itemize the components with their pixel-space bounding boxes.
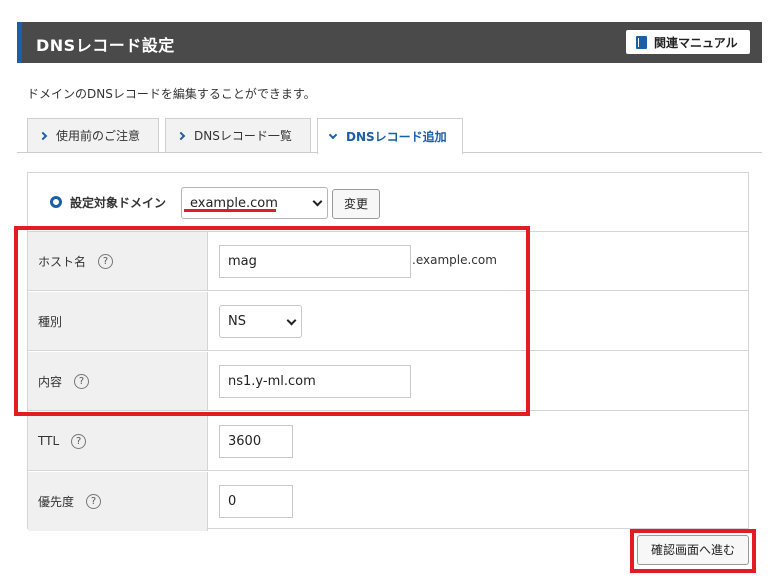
chevron-right-icon — [38, 131, 48, 140]
priority-input[interactable]: 0 — [219, 485, 293, 518]
help-icon[interactable]: ? — [71, 433, 87, 449]
domain-selector-row: 設定対象ドメイン example.com 変更 — [28, 173, 748, 232]
page-description: ドメインのDNSレコードを編集することができます。 — [27, 87, 316, 101]
related-manual-label: 関連マニュアル — [654, 35, 738, 50]
ttl-label: TTL — [38, 434, 60, 448]
change-domain-button[interactable]: 変更 — [332, 189, 380, 219]
tab-label: DNSレコード一覧 — [194, 129, 292, 143]
domain-select[interactable]: example.com — [181, 187, 328, 219]
radio-selected-icon — [50, 196, 62, 208]
ttl-row: TTL ? 3600 — [28, 412, 748, 471]
related-manual-button[interactable]: 関連マニュアル — [626, 30, 750, 54]
tab-label: 使用前のご注意 — [56, 129, 141, 143]
priority-label-cell: 優先度 ? — [28, 472, 208, 531]
tab-dns-record-list[interactable]: DNSレコード一覧 — [165, 118, 311, 152]
help-icon[interactable]: ? — [86, 494, 102, 509]
confirm-button[interactable]: 確認画面へ進む — [637, 535, 749, 565]
chevron-right-icon — [176, 131, 186, 140]
ttl-label-cell: TTL ? — [28, 412, 208, 470]
chevron-down-icon — [328, 130, 338, 140]
tab-label: DNSレコード追加 — [346, 130, 447, 144]
chevron-down-icon — [312, 196, 323, 207]
priority-row: 優先度 ? 0 — [28, 472, 748, 531]
ttl-input[interactable]: 3600 — [219, 425, 293, 458]
page-header: DNSレコード設定 関連マニュアル — [17, 22, 762, 63]
domain-label: 設定対象ドメイン — [70, 196, 167, 210]
highlight-box-fields — [14, 226, 530, 416]
domain-underline-mark — [184, 209, 276, 212]
tab-dns-record-add[interactable]: DNSレコード追加 — [317, 118, 463, 154]
book-icon — [636, 35, 647, 49]
priority-label: 優先度 — [38, 495, 75, 509]
page-title: DNSレコード設定 — [36, 36, 175, 55]
tab-precautions[interactable]: 使用前のご注意 — [27, 118, 159, 152]
